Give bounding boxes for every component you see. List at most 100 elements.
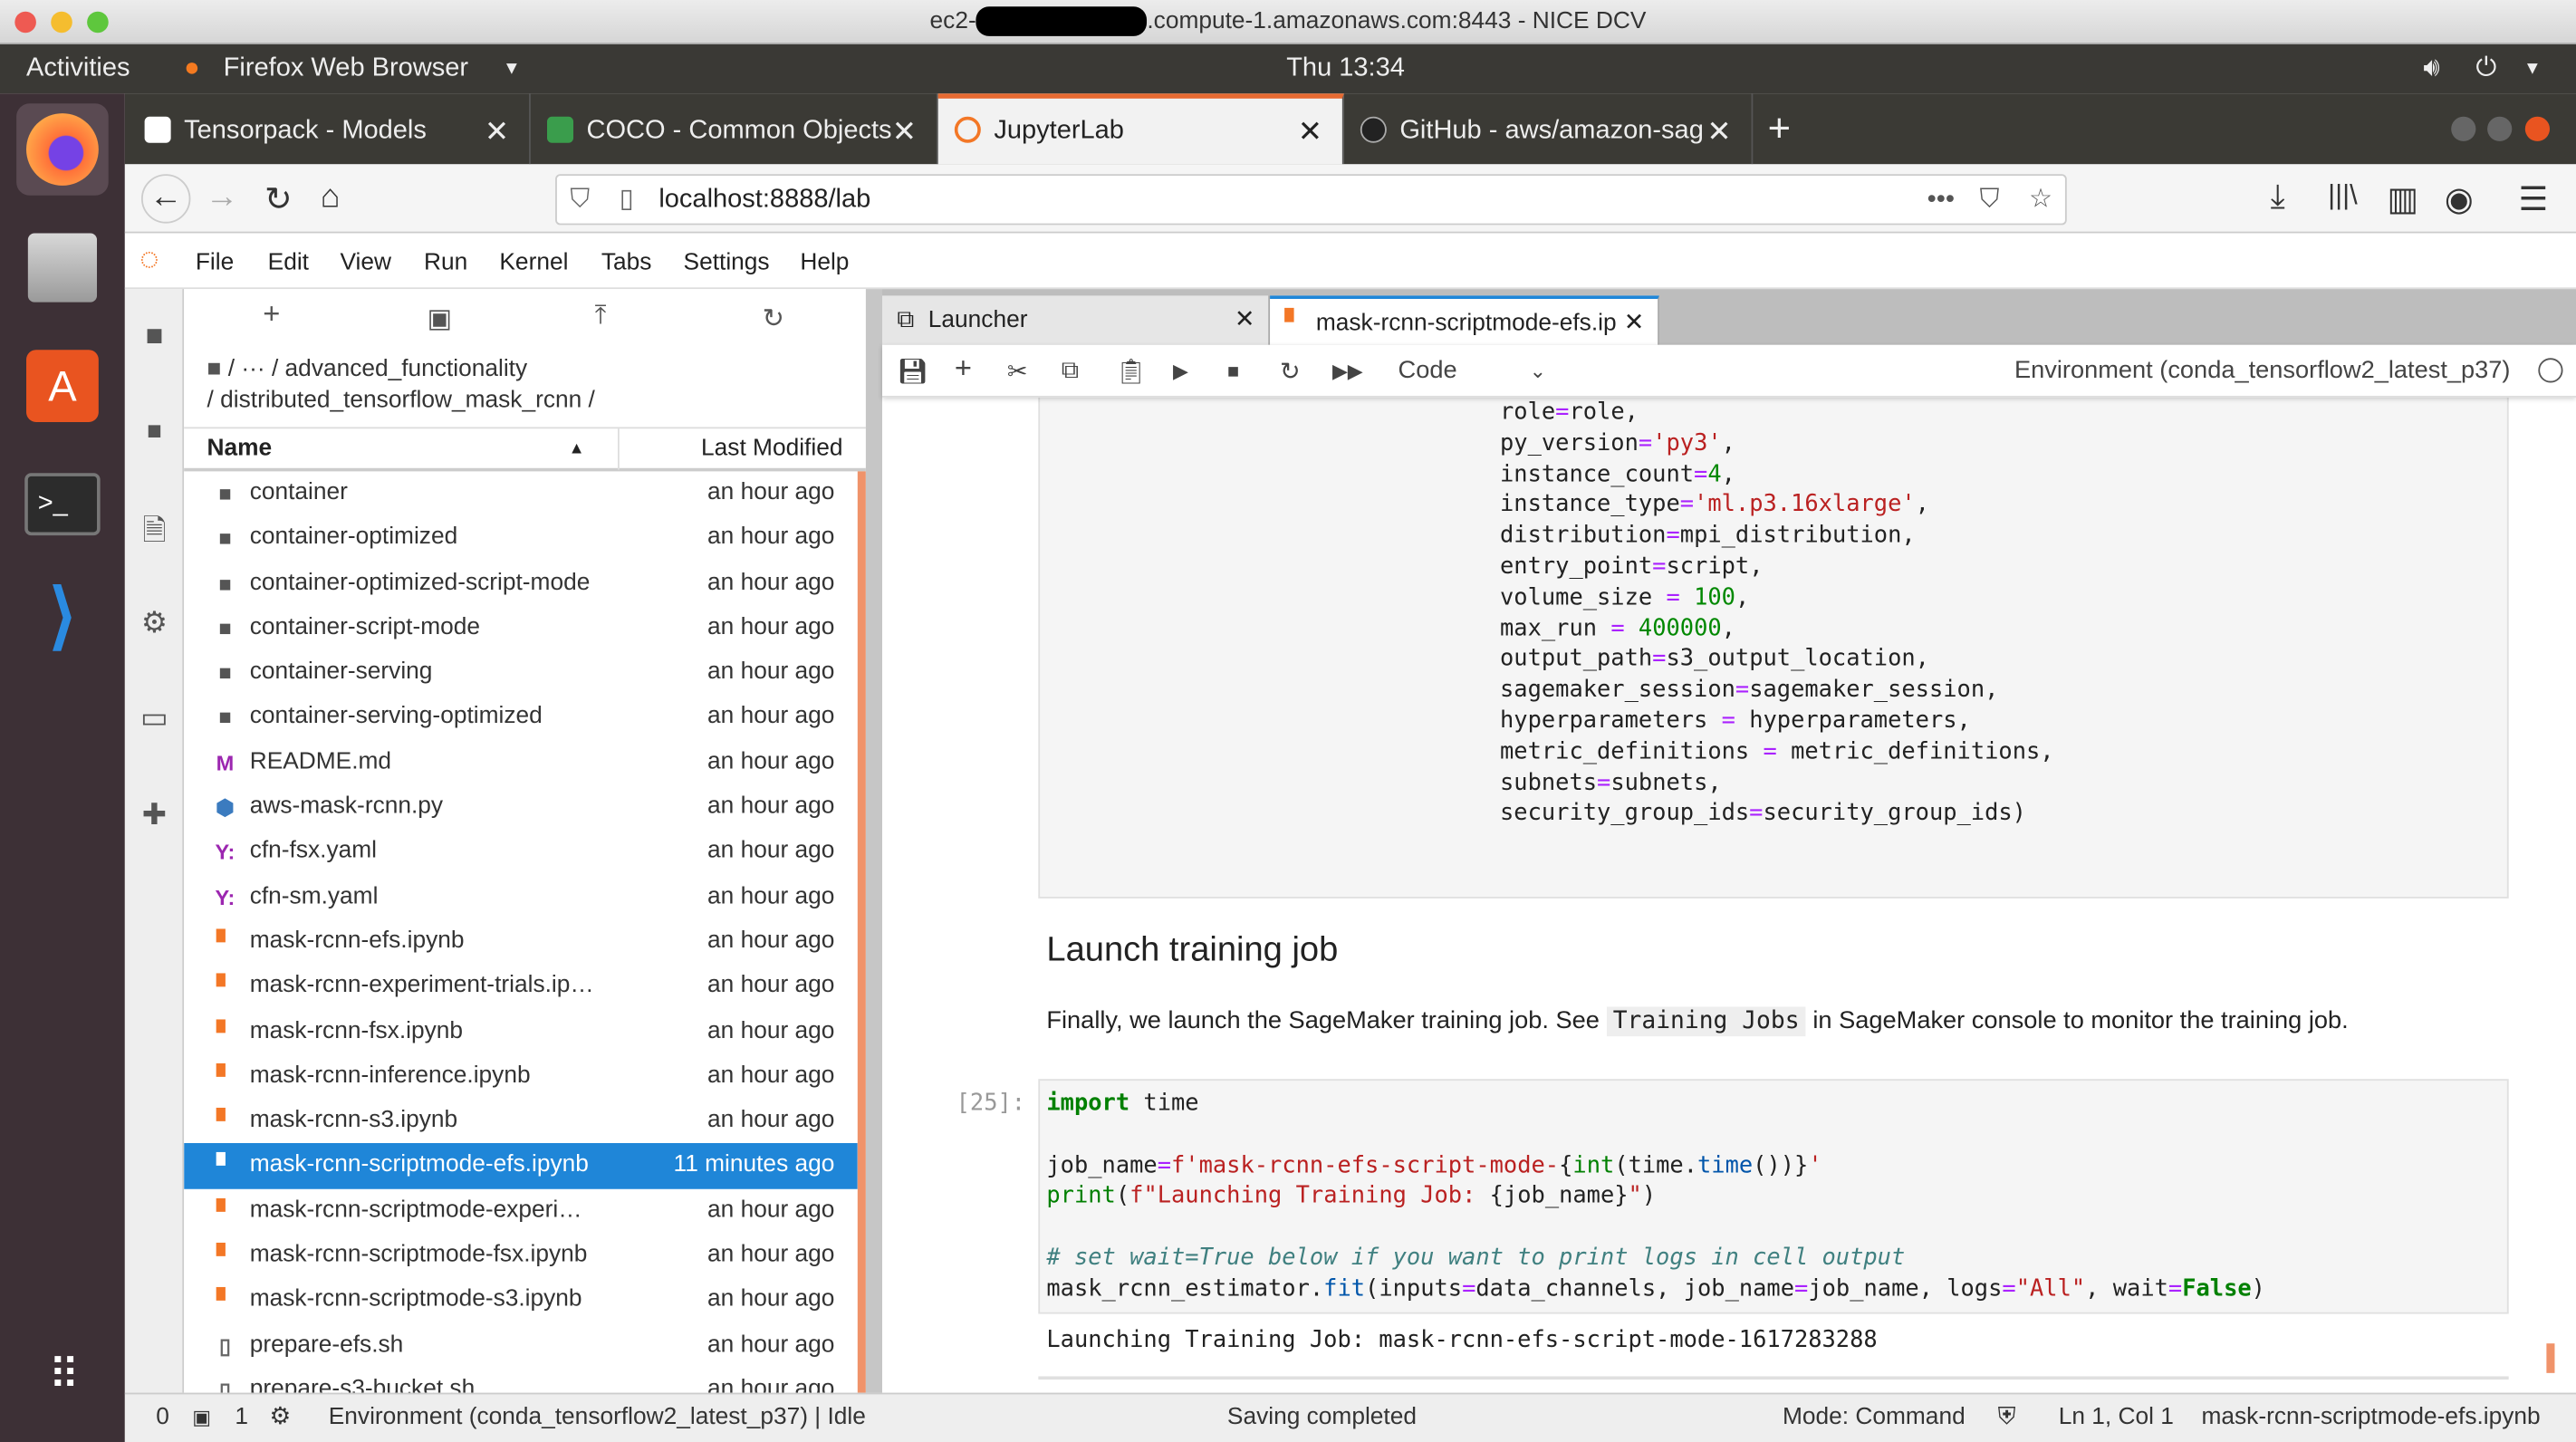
cell-type-select[interactable]: Code	[1399, 356, 1457, 384]
terminal-count[interactable]: 0	[156, 1394, 169, 1440]
file-row[interactable]: ▘ mask-rcnn-fsx.ipynb an hour ago	[184, 1009, 858, 1053]
file-row[interactable]: ■ container-serving-optimized an hour ago	[184, 696, 858, 740]
mode-indicator[interactable]: Mode: Command	[1783, 1394, 1966, 1440]
close-window-button[interactable]	[14, 11, 36, 34]
file-row[interactable]: ▘ mask-rcnn-s3.ipynb an hour ago	[184, 1099, 858, 1143]
menu-kernel[interactable]: Kernel	[499, 250, 568, 276]
file-row[interactable]: ■ container-optimized an hour ago	[184, 516, 858, 561]
url-bar[interactable]: ⛉ ▯ localhost:8888/lab ••• ⛉ ☆	[555, 174, 2067, 226]
file-list-scrollbar[interactable]	[857, 471, 866, 1393]
forward-button[interactable]: →	[206, 179, 238, 217]
close-tab-icon[interactable]: ✕	[892, 93, 917, 164]
show-apps-grid-icon[interactable]: ⠿	[16, 1329, 109, 1421]
minimize-window-button[interactable]	[51, 11, 72, 34]
page-actions-icon[interactable]: •••	[1927, 176, 1955, 225]
maximize-window-button[interactable]	[87, 11, 109, 34]
column-name[interactable]: Name	[207, 428, 273, 469]
code-cell-source[interactable]: role=role, py_version='py3', instance_coun…	[1500, 398, 2054, 830]
close-tab-icon[interactable]: ✕	[1235, 295, 1255, 344]
git-or-search-icon[interactable]: 🗎︎	[137, 511, 173, 560]
hamburger-menu-icon[interactable]: ☰	[2519, 179, 2549, 220]
file-row[interactable]: ▘ mask-rcnn-scriptmode-efs.ipynb 11 minute…	[184, 1143, 858, 1189]
notebook-scrollbar[interactable]	[2546, 1343, 2555, 1373]
file-row[interactable]: ▘ mask-rcnn-scriptmode-fsx.ipynb an hour a…	[184, 1234, 858, 1278]
chevron-down-icon[interactable]: ⌄	[1530, 360, 1546, 382]
power-icon[interactable]: ⏻	[2475, 44, 2496, 93]
browser-tab-github[interactable]: GitHub - aws/amazon-sag ✕	[1344, 93, 1754, 165]
activities-button[interactable]: Activities	[26, 44, 130, 93]
kernel-status[interactable]: Environment (conda_tensorflow2_latest_p3…	[329, 1394, 866, 1440]
paste-icon[interactable]: 📋︎	[1116, 356, 1148, 386]
firefox-dock-icon[interactable]	[16, 103, 109, 196]
library-icon[interactable]: |||\	[2328, 179, 2358, 212]
browser-tab-tensorpack[interactable]: Tensorpack - Models ✕	[128, 93, 531, 165]
close-tab-icon[interactable]: ✕	[1706, 93, 1731, 164]
extensions-puzzle-icon[interactable]: ✚	[137, 798, 173, 832]
file-row[interactable]: ▯ prepare-s3-bucket.sh an hour ago	[184, 1368, 858, 1392]
sort-ascending-icon[interactable]: ▲	[569, 428, 585, 469]
file-row[interactable]: ■ container an hour ago	[184, 471, 858, 515]
breadcrumb-path-1[interactable]: / ··· / advanced_functionality	[228, 356, 527, 382]
close-tab-icon[interactable]: ✕	[485, 93, 509, 164]
menu-help[interactable]: Help	[800, 250, 849, 276]
menu-run[interactable]: Run	[424, 250, 467, 276]
run-all-icon[interactable]: ▶▶	[1332, 360, 1362, 382]
panel-splitter[interactable]	[865, 289, 883, 1393]
restart-icon[interactable]: ↻	[1280, 356, 1301, 386]
stop-icon[interactable]: ■	[1227, 360, 1239, 382]
vscode-dock-icon[interactable]: ⟩	[16, 570, 109, 662]
file-row[interactable]: M README.md an hour ago	[184, 740, 858, 784]
pocket-icon[interactable]: ⛉	[1980, 176, 2000, 225]
breadcrumb-line-2[interactable]: / distributed_tensorflow_mask_rcnn /	[207, 388, 595, 414]
close-button[interactable]	[2524, 116, 2551, 141]
shield-icon[interactable]: ⛉	[570, 176, 590, 225]
system-menu-caret-icon[interactable]: ▼	[2523, 44, 2542, 93]
file-row[interactable]: ▯ prepare-efs.sh an hour ago	[184, 1323, 858, 1368]
files-dock-icon[interactable]	[16, 222, 109, 314]
code-cell-source[interactable]: import time job_name=f'mask-rcnn-efs-scri…	[1046, 1089, 2265, 1305]
tab-notebook[interactable]: ▘ mask-rcnn-scriptmode-efs.ip ✕	[1270, 295, 1659, 345]
new-launcher-button[interactable]: +	[263, 297, 280, 332]
running-sessions-icon[interactable]: ⏹	[137, 414, 173, 448]
account-icon[interactable]: ◉	[2445, 179, 2474, 220]
file-row[interactable]: ▘ mask-rcnn-scriptmode-s3.ipynb an hour ag…	[184, 1278, 858, 1322]
kernel-count[interactable]: 1	[235, 1394, 248, 1440]
back-button[interactable]: ←	[140, 174, 191, 224]
file-row[interactable]: ▘ mask-rcnn-inference.ipynb an hour ago	[184, 1054, 858, 1099]
menu-edit[interactable]: Edit	[268, 250, 309, 276]
file-row[interactable]: ⬢ aws-mask-rcnn.py an hour ago	[184, 785, 858, 830]
browser-tab-jupyterlab[interactable]: JupyterLab ✕	[937, 93, 1344, 165]
menu-settings[interactable]: Settings	[684, 250, 770, 276]
menu-file[interactable]: File	[196, 250, 234, 276]
refresh-button[interactable]: ↻	[763, 303, 784, 335]
home-button[interactable]: ⌂	[321, 179, 341, 217]
software-dock-icon[interactable]: A	[16, 340, 109, 432]
upload-button[interactable]: ⤒	[595, 303, 607, 332]
terminal-dock-icon[interactable]: >_	[16, 458, 109, 551]
minimize-button[interactable]	[2451, 116, 2476, 141]
insert-cell-icon[interactable]: +	[955, 351, 972, 386]
new-folder-button[interactable]: ▣	[428, 303, 452, 335]
file-row[interactable]: ▘ mask-rcnn-efs.ipynb an hour ago	[184, 919, 858, 964]
menu-view[interactable]: View	[340, 250, 391, 276]
maximize-button[interactable]	[2487, 116, 2513, 141]
sidebar-icon[interactable]: ▥	[2387, 179, 2417, 220]
url-text[interactable]: localhost:8888/lab	[658, 176, 870, 225]
column-last-modified[interactable]: Last Modified	[701, 428, 842, 469]
cut-icon[interactable]: ✂	[1007, 356, 1028, 386]
close-tab-icon[interactable]: ✕	[1298, 99, 1322, 165]
file-row[interactable]: ■ container-serving an hour ago	[184, 650, 858, 695]
file-row[interactable]: ▘ mask-rcnn-experiment-trials.ip… an hour …	[184, 965, 858, 1009]
file-row[interactable]: Y: cfn-fsx.yaml an hour ago	[184, 830, 858, 874]
reload-button[interactable]: ↻	[264, 179, 292, 220]
menu-tabs[interactable]: Tabs	[601, 250, 652, 276]
tab-launcher[interactable]: ⧉ Launcher ✕	[882, 295, 1271, 345]
save-icon[interactable]: 💾︎	[897, 356, 928, 386]
home-folder-icon[interactable]: ■	[207, 356, 228, 382]
settings-gears-icon[interactable]: ⚙	[137, 606, 173, 640]
new-tab-button[interactable]: +	[1768, 107, 1791, 153]
app-menu[interactable]: Firefox Web Browser	[224, 44, 468, 93]
copy-icon[interactable]: ⧉	[1062, 356, 1079, 384]
file-row[interactable]: ▘ mask-rcnn-scriptmode-experi… an hour ago	[184, 1188, 858, 1233]
browser-tab-coco[interactable]: COCO - Common Objects ✕	[531, 93, 938, 165]
